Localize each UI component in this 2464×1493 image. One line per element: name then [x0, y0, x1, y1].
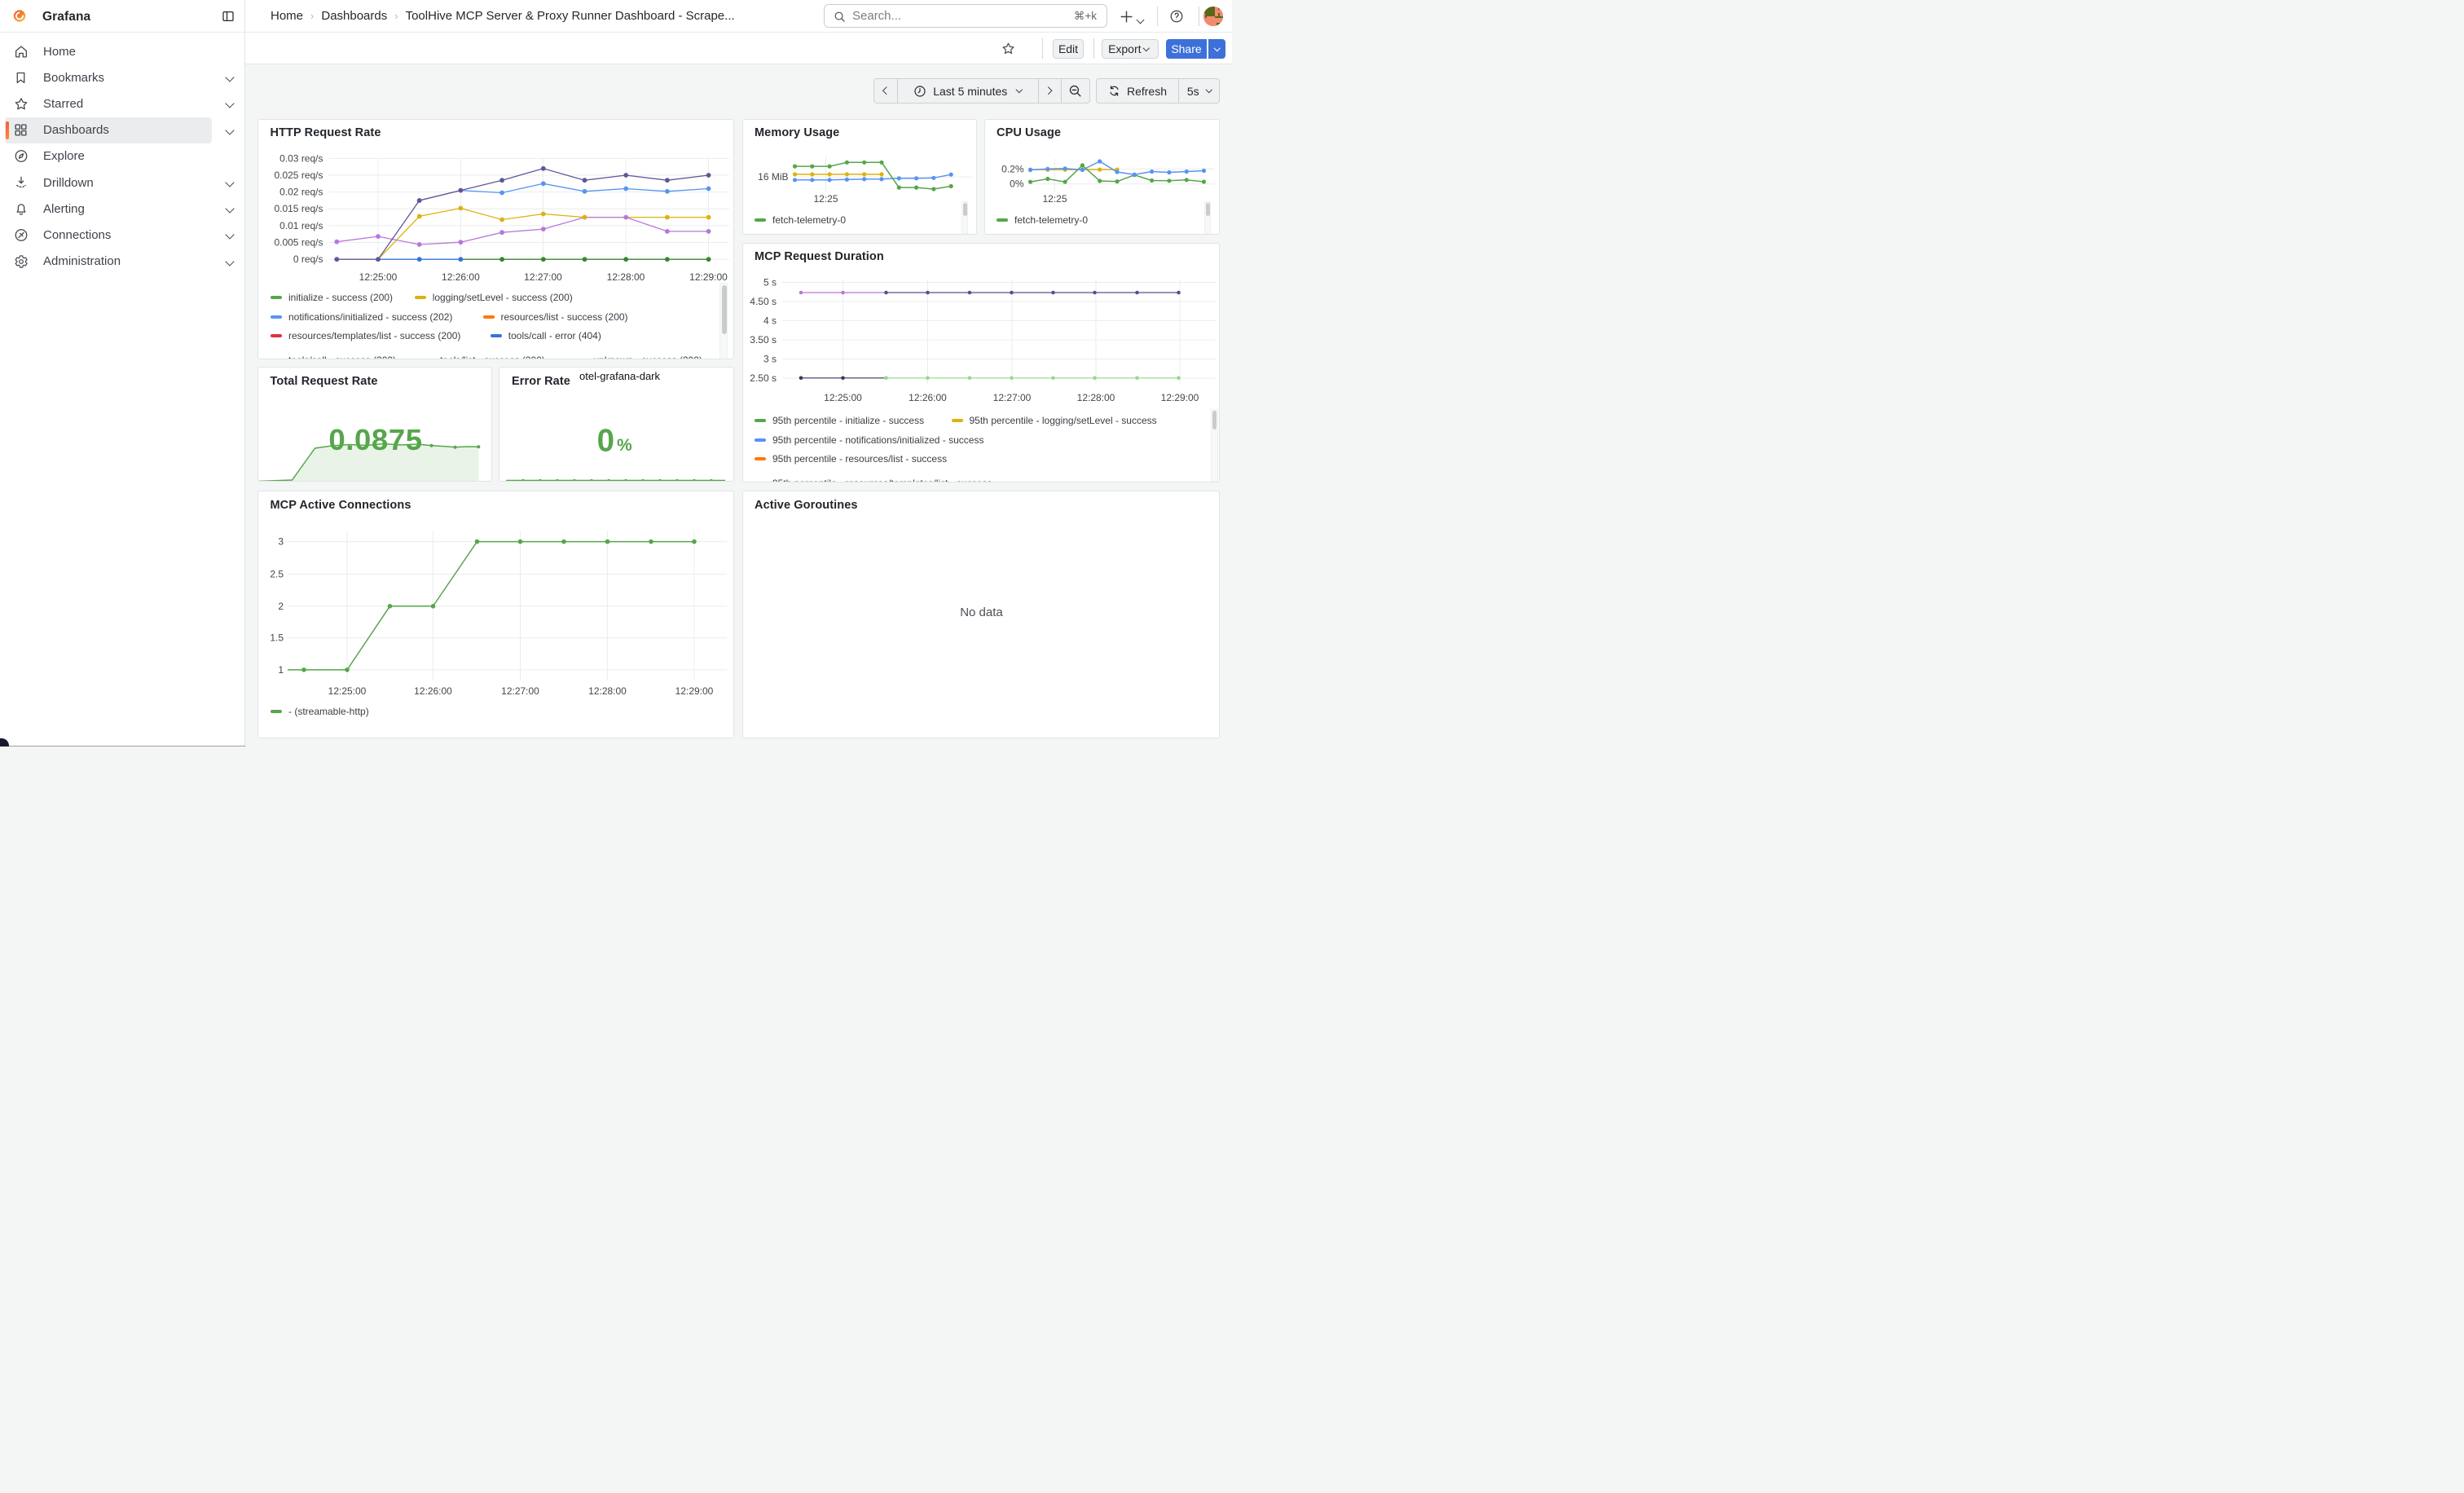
svg-text:3.50 s: 3.50 s: [750, 334, 777, 346]
svg-text:0%: 0%: [1010, 178, 1024, 189]
svg-text:12:26:00: 12:26:00: [442, 271, 480, 283]
svg-text:12:25: 12:25: [813, 193, 838, 205]
svg-text:12:28:00: 12:28:00: [1076, 392, 1115, 403]
svg-text:12:28:00: 12:28:00: [588, 685, 627, 697]
svg-text:%: %: [617, 436, 632, 455]
svg-text:4 s: 4 s: [763, 315, 776, 326]
svg-text:16 MiB: 16 MiB: [758, 171, 788, 183]
svg-text:12:25:00: 12:25:00: [824, 392, 862, 403]
svg-text:2: 2: [278, 601, 284, 612]
svg-text:1: 1: [278, 664, 284, 676]
svg-text:0.025 req/s: 0.025 req/s: [274, 170, 323, 181]
svg-text:12:29:00: 12:29:00: [1160, 392, 1199, 403]
svg-text:12:26:00: 12:26:00: [909, 392, 947, 403]
svg-text:12:27:00: 12:27:00: [992, 392, 1031, 403]
svg-text:12:25: 12:25: [1042, 193, 1067, 205]
svg-text:0.02 req/s: 0.02 req/s: [279, 186, 323, 197]
svg-text:0.005 req/s: 0.005 req/s: [274, 236, 323, 248]
svg-text:0.0875: 0.0875: [328, 423, 422, 456]
svg-text:3 s: 3 s: [763, 353, 776, 364]
svg-text:12:29:00: 12:29:00: [675, 685, 713, 697]
svg-text:12:25:00: 12:25:00: [328, 685, 366, 697]
svg-text:12:28:00: 12:28:00: [606, 271, 645, 283]
svg-text:3: 3: [278, 536, 284, 548]
svg-text:2.50 s: 2.50 s: [750, 372, 777, 384]
svg-text:12:29:00: 12:29:00: [689, 271, 728, 283]
svg-text:2.5: 2.5: [270, 569, 284, 580]
svg-text:12:27:00: 12:27:00: [501, 685, 539, 697]
svg-text:12:25:00: 12:25:00: [359, 271, 397, 283]
svg-text:0.03 req/s: 0.03 req/s: [279, 152, 323, 164]
svg-text:1.5: 1.5: [270, 632, 284, 644]
svg-text:0: 0: [597, 424, 614, 459]
svg-text:0.2%: 0.2%: [1001, 163, 1024, 174]
svg-text:0.01 req/s: 0.01 req/s: [279, 219, 323, 231]
svg-text:12:27:00: 12:27:00: [524, 271, 562, 283]
svg-text:0.015 req/s: 0.015 req/s: [274, 203, 323, 214]
svg-text:4.50 s: 4.50 s: [750, 296, 777, 307]
svg-text:5 s: 5 s: [763, 276, 776, 288]
svg-text:0 req/s: 0 req/s: [293, 253, 323, 265]
svg-text:12:26:00: 12:26:00: [414, 685, 452, 697]
